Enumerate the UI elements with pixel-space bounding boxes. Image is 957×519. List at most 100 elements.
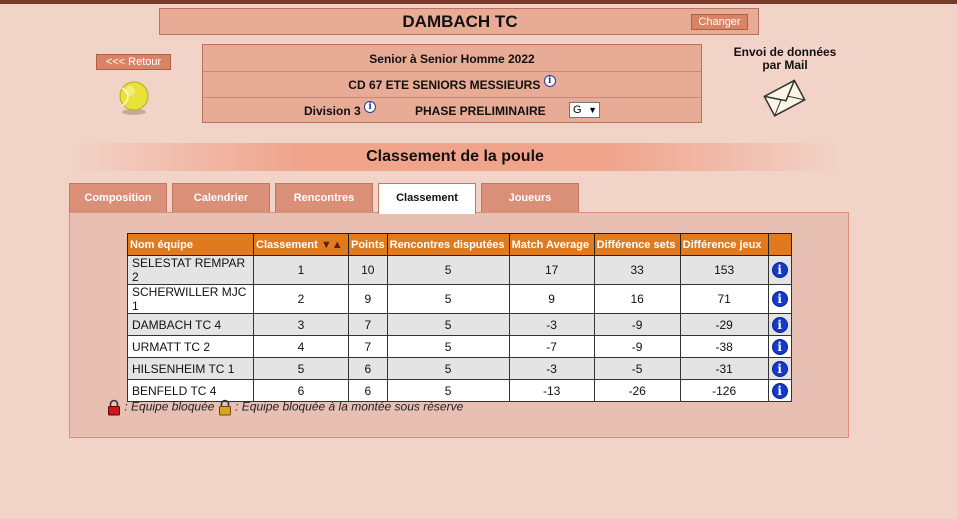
cell-played: 5 — [386, 335, 510, 358]
legend-locked: : Equipe bloquée — [124, 399, 215, 414]
header-match-average[interactable]: Match Average — [508, 233, 595, 256]
cell-sets-diff: 16 — [593, 284, 681, 314]
cell-games-diff: -126 — [679, 379, 769, 402]
cell-sets-diff: 33 — [593, 255, 681, 285]
info-icon[interactable]: i — [771, 291, 788, 307]
cell-games-diff: 153 — [679, 255, 769, 285]
cell-played: 5 — [386, 357, 510, 380]
championship-row: CD 67 ETE SENIORS MESSIEURS i — [203, 75, 701, 92]
cell-match-average: -3 — [508, 313, 595, 336]
info-icon[interactable]: i — [771, 262, 788, 278]
championship-name: CD 67 ETE SENIORS MESSIEURS — [348, 78, 541, 92]
divider — [203, 71, 701, 72]
tab-calendrier[interactable]: Calendrier — [172, 183, 270, 213]
competition-info: Senior à Senior Homme 2022 CD 67 ETE SEN… — [202, 44, 702, 123]
cell-rank: 2 — [253, 284, 349, 314]
cell-match-average: 17 — [508, 255, 595, 285]
back-button[interactable]: <<< Retour — [96, 54, 171, 70]
cell-team: URMATT TC 2 — [127, 335, 254, 358]
table-row: URMATT TC 2 4 7 5 -7 -9 -38 i — [127, 335, 792, 358]
table-header-row: Nom équipe Classement ▼▲ Points Rencontr… — [127, 233, 792, 256]
info-icon[interactable]: i — [771, 360, 788, 377]
cell-points: 7 — [348, 335, 388, 358]
cell-info: i — [767, 313, 792, 336]
cell-games-diff: -29 — [679, 313, 769, 336]
cell-points: 7 — [348, 313, 388, 336]
cell-played: 5 — [386, 313, 510, 336]
table-row: DAMBACH TC 4 3 7 5 -3 -9 -29 i — [127, 313, 792, 336]
tab-rencontres[interactable]: Rencontres — [275, 183, 373, 213]
tab-classement[interactable]: Classement — [378, 183, 476, 214]
gold-lock-icon — [218, 399, 231, 416]
division-label: Division 3 — [304, 104, 361, 118]
header-points[interactable]: Points — [348, 233, 388, 256]
cell-info: i — [767, 379, 792, 402]
header-played[interactable]: Rencontres disputées — [386, 233, 510, 256]
table-row: SELESTAT REMPAR 2 1 10 5 17 33 153 i — [127, 255, 792, 285]
mail-label-line2: par Mail — [762, 58, 808, 72]
poule-select[interactable]: G ▼ — [569, 102, 600, 118]
cell-points: 6 — [348, 357, 388, 380]
cell-rank: 1 — [253, 255, 349, 285]
section-title: Classement de la poule — [366, 148, 544, 165]
info-icon[interactable]: i — [771, 382, 788, 399]
cell-info: i — [767, 255, 792, 285]
cell-match-average: -7 — [508, 335, 595, 358]
club-name: DAMBACH TC — [402, 12, 518, 31]
mail-export-label[interactable]: Envoi de données par Mail — [720, 46, 850, 72]
cell-sets-diff: -26 — [593, 379, 681, 402]
sort-desc-icon[interactable]: ▼ — [321, 239, 332, 251]
cell-games-diff: -31 — [679, 357, 769, 380]
table-row: SCHERWILLER MJC 1 2 9 5 9 16 71 i — [127, 284, 792, 314]
cell-sets-diff: -5 — [593, 357, 681, 380]
tab-composition[interactable]: Composition — [69, 183, 167, 213]
header-rank[interactable]: Classement ▼▲ — [253, 233, 349, 256]
header-info — [767, 233, 792, 256]
cell-info: i — [767, 357, 792, 380]
lock-legend: : Equipe bloquée : Equipe bloquée à la m… — [107, 399, 463, 416]
cell-match-average: 9 — [508, 284, 595, 314]
header-team[interactable]: Nom équipe — [127, 233, 254, 256]
header-sets-diff[interactable]: Différence sets — [593, 233, 681, 256]
cell-points: 10 — [348, 255, 388, 285]
cell-games-diff: 71 — [679, 284, 769, 314]
phase-label: PHASE PRELIMINAIRE — [415, 104, 546, 118]
cell-rank: 4 — [253, 335, 349, 358]
cell-played: 5 — [386, 284, 510, 314]
change-club-button[interactable]: Changer — [691, 14, 748, 30]
cell-match-average: -3 — [508, 357, 595, 380]
cell-team: SCHERWILLER MJC 1 — [127, 284, 254, 314]
cell-rank: 5 — [253, 357, 349, 380]
section-header: Classement de la poule — [70, 143, 840, 171]
cell-team: HILSENHEIM TC 1 — [127, 357, 254, 380]
info-icon[interactable]: i — [543, 75, 556, 87]
cell-played: 5 — [386, 255, 510, 285]
legend-locked-reserve: : Equipe bloquée à la montée sous réserv… — [235, 399, 464, 414]
standings-panel: Nom équipe Classement ▼▲ Points Rencontr… — [69, 212, 849, 438]
divider — [203, 97, 701, 98]
sort-asc-icon[interactable]: ▲ — [332, 239, 343, 251]
standings-table: Nom équipe Classement ▼▲ Points Rencontr… — [127, 233, 792, 402]
info-icon[interactable]: i — [364, 101, 377, 113]
division-row: Division 3 i — [304, 101, 377, 118]
info-icon[interactable]: i — [771, 316, 788, 333]
top-border — [0, 0, 957, 4]
info-icon[interactable]: i — [771, 338, 788, 355]
envelope-icon[interactable] — [762, 75, 808, 119]
competition-category: Senior à Senior Homme 2022 — [369, 52, 535, 66]
club-header: DAMBACH TC Changer — [159, 8, 759, 35]
table-row: HILSENHEIM TC 1 5 6 5 -3 -5 -31 i — [127, 357, 792, 380]
red-lock-icon — [108, 399, 120, 416]
cell-games-diff: -38 — [679, 335, 769, 358]
cell-rank: 3 — [253, 313, 349, 336]
cell-info: i — [767, 284, 792, 314]
cell-team: DAMBACH TC 4 — [127, 313, 254, 336]
chevron-down-icon: ▼ — [588, 105, 597, 115]
tennis-ball-icon — [119, 81, 149, 115]
cell-match-average: -13 — [508, 379, 595, 402]
header-rank-label: Classement — [256, 238, 318, 251]
cell-points: 9 — [348, 284, 388, 314]
tab-joueurs[interactable]: Joueurs — [481, 183, 579, 213]
header-games-diff[interactable]: Différence jeux — [679, 233, 769, 256]
cell-info: i — [767, 335, 792, 358]
